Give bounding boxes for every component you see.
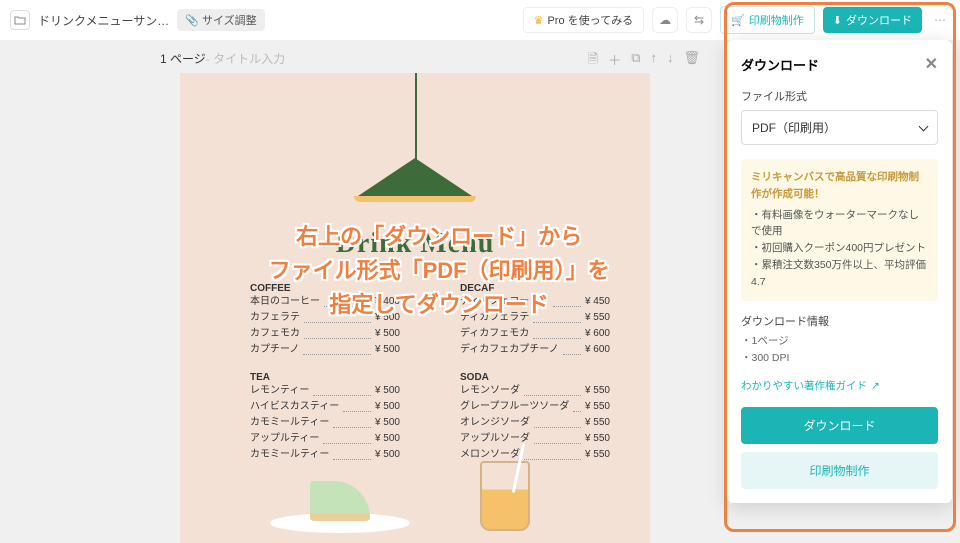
menu-item: カフェモカ¥ 500 bbox=[250, 326, 400, 342]
design-canvas[interactable]: Drink Menu COFFEE本日のコーヒー¥ 400カフェラテ¥ 500カ… bbox=[180, 73, 650, 543]
menu-item: 本日のコーヒー¥ 400 bbox=[250, 294, 400, 310]
page-tools: 🗎 ＋ ⧉ ↑ ↓ 🗑 bbox=[588, 50, 700, 72]
back-button[interactable] bbox=[10, 10, 30, 30]
delete-page-icon[interactable]: 🗑 bbox=[683, 50, 700, 72]
download-info-list: 1ページ300 DPI bbox=[741, 333, 938, 369]
menu-item: ディカフェラテ¥ 550 bbox=[460, 310, 610, 326]
file-type-value: PDF（印刷用） bbox=[752, 119, 836, 136]
promo-box: ミリキャンバスで高品質な印刷物制作が作成可能！ 有料画像をウォーターマークなしで… bbox=[741, 159, 938, 301]
file-type-label: ファイル形式 bbox=[741, 88, 938, 104]
download-icon: ⬇ bbox=[833, 14, 842, 27]
download-button-top[interactable]: ⬇ ダウンロード bbox=[823, 7, 922, 33]
try-pro-button[interactable]: ♛ Pro を使ってみる bbox=[523, 7, 645, 33]
download-label-top: ダウンロード bbox=[846, 12, 912, 28]
menu-section-heading: COFFEE bbox=[250, 283, 400, 294]
canvas-area: 1 ページ - タイトル入力 🗎 ＋ ⧉ ↑ ↓ 🗑 Drink Menu CO… bbox=[160, 50, 700, 543]
glass-graphic bbox=[480, 461, 530, 531]
more-menu-button[interactable]: ⋯ bbox=[930, 13, 950, 27]
menu-item: レモンティー¥ 500 bbox=[250, 383, 400, 399]
chevron-down-icon bbox=[919, 121, 929, 131]
menu-item: レモンソーダ¥ 550 bbox=[460, 383, 610, 399]
menu-section-heading: SODA bbox=[460, 372, 610, 383]
menu-item: ディカフェカプチーノ¥ 600 bbox=[460, 342, 610, 358]
external-link-icon: ↗ bbox=[871, 380, 880, 392]
download-panel: ダウンロード ✕ ファイル形式 PDF（印刷用） ミリキャンバスで高品質な印刷物… bbox=[727, 40, 952, 503]
print-order-button[interactable]: 🛒 印刷物制作 bbox=[720, 6, 815, 34]
menu-section-heading: DECAF bbox=[460, 283, 610, 294]
top-toolbar: ドリンクメニューサン… 📎 サイズ調整 ♛ Pro を使ってみる ☁ ⇆ 🛒 印… bbox=[0, 0, 960, 40]
promo-bullet: 累積注文数350万件以上、平均評価4.7 bbox=[751, 257, 928, 291]
move-down-icon[interactable]: ↓ bbox=[667, 50, 674, 72]
print-order-secondary-button[interactable]: 印刷物制作 bbox=[741, 452, 938, 489]
document-title[interactable]: ドリンクメニューサン… bbox=[38, 12, 169, 29]
menu-item: カモミールティー¥ 500 bbox=[250, 415, 400, 431]
menu-title: Drink Menu bbox=[180, 228, 650, 260]
print-order-label: 印刷物制作 bbox=[749, 12, 804, 28]
cart-icon: 🛒 bbox=[731, 14, 745, 27]
lamp-cord-graphic bbox=[415, 73, 417, 163]
menu-item: アップルティー¥ 500 bbox=[250, 431, 400, 447]
lamp-shade-graphic bbox=[355, 158, 475, 198]
try-pro-label: Pro を使ってみる bbox=[547, 12, 633, 28]
info-item: 300 DPI bbox=[741, 350, 938, 368]
save-icon: ☁ bbox=[659, 13, 671, 27]
page-title-input[interactable]: - タイトル入力 bbox=[206, 50, 285, 67]
share-icon-button[interactable]: ⇆ bbox=[686, 7, 712, 33]
menu-item: ディカフェモカ¥ 600 bbox=[460, 326, 610, 342]
info-item: 1ページ bbox=[741, 333, 938, 351]
menu-item: カプチーノ¥ 500 bbox=[250, 342, 400, 358]
download-info: ダウンロード情報 1ページ300 DPI bbox=[741, 313, 938, 369]
promo-bullet: 初回購入クーポン400円プレゼント bbox=[751, 240, 928, 257]
menu-item: ディカフェコーヒー¥ 450 bbox=[460, 294, 610, 310]
copyright-guide-link[interactable]: わかりやすい著作権ガイド ↗ bbox=[741, 378, 938, 393]
folder-up-icon bbox=[14, 14, 26, 26]
size-adjust-label: サイズ調整 bbox=[202, 12, 257, 28]
menu-item: カフェラテ¥ 500 bbox=[250, 310, 400, 326]
download-info-label: ダウンロード情報 bbox=[741, 313, 938, 329]
copyright-guide-label: わかりやすい著作権ガイド bbox=[741, 378, 867, 393]
page-number: 1 ページ bbox=[160, 50, 206, 67]
crown-icon: ♛ bbox=[534, 14, 544, 27]
illustration bbox=[240, 463, 590, 543]
menu-section-heading: TEA bbox=[250, 372, 400, 383]
menu-item: アップルソーダ¥ 550 bbox=[460, 431, 610, 447]
download-panel-title: ダウンロード bbox=[741, 55, 819, 74]
menu-item: カモミールティー¥ 500 bbox=[250, 447, 400, 463]
clip-icon: 📎 bbox=[185, 14, 199, 27]
promo-list: 有料画像をウォーターマークなしで使用初回購入クーポン400円プレゼント累積注文数… bbox=[751, 207, 928, 291]
menu-item: グレープフルーツソーダ¥ 550 bbox=[460, 399, 610, 415]
size-adjust-chip[interactable]: 📎 サイズ調整 bbox=[177, 9, 264, 31]
menu-item: オレンジソーダ¥ 550 bbox=[460, 415, 610, 431]
share-icon: ⇆ bbox=[694, 13, 704, 27]
lamp-rim-graphic bbox=[354, 196, 476, 202]
menu-item: ハイビスカスティー¥ 500 bbox=[250, 399, 400, 415]
duplicate-icon[interactable]: ⧉ bbox=[631, 50, 640, 72]
promo-bullet: 有料画像をウォーターマークなしで使用 bbox=[751, 207, 928, 241]
add-page-icon[interactable]: ＋ bbox=[608, 50, 621, 72]
move-up-icon[interactable]: ↑ bbox=[650, 50, 657, 72]
file-type-select[interactable]: PDF（印刷用） bbox=[741, 110, 938, 145]
notes-icon[interactable]: 🗎 bbox=[588, 50, 598, 72]
save-icon-button[interactable]: ☁ bbox=[652, 7, 678, 33]
cake-graphic bbox=[310, 481, 370, 521]
close-panel-button[interactable]: ✕ bbox=[925, 54, 938, 74]
promo-title: ミリキャンバスで高品質な印刷物制作が作成可能！ bbox=[751, 169, 928, 203]
download-confirm-button[interactable]: ダウンロード bbox=[741, 407, 938, 444]
menu-columns: COFFEE本日のコーヒー¥ 400カフェラテ¥ 500カフェモカ¥ 500カプ… bbox=[250, 283, 610, 463]
